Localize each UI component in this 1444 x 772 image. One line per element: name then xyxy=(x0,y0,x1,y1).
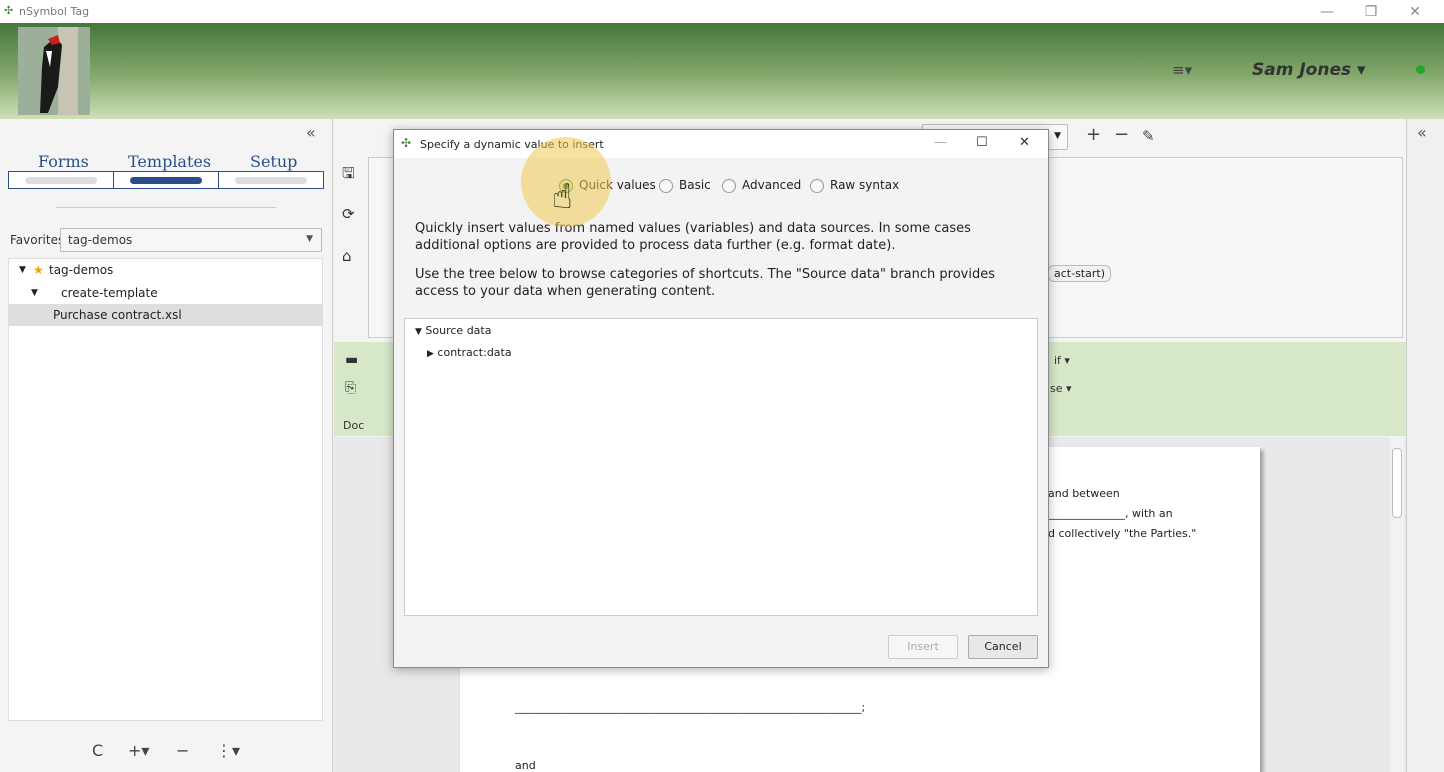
maximize-button[interactable]: ☐ xyxy=(976,135,988,150)
radio-button-icon[interactable] xyxy=(810,178,824,193)
tab-forms[interactable]: Forms xyxy=(38,152,89,171)
if-dropdown[interactable]: if ▾ xyxy=(1054,354,1070,367)
expand-right-button[interactable]: « xyxy=(1417,123,1427,142)
collapse-left-button[interactable]: « xyxy=(306,123,316,142)
panel-icon[interactable]: ▬ xyxy=(345,352,358,368)
radio-label: Basic xyxy=(679,178,711,192)
reload-icon[interactable]: ⟳ xyxy=(342,205,355,223)
tab-setup[interactable]: Setup xyxy=(250,152,297,171)
tree-item-source-data[interactable]: ▼ Source data xyxy=(415,324,491,337)
tree-item-create-template[interactable]: ▼ create-template xyxy=(9,282,322,304)
tree-toggle-icon[interactable]: ▼ xyxy=(19,259,26,281)
hand-cursor-icon: ☝ xyxy=(552,177,573,217)
doc-line: ________________________________________… xyxy=(515,701,866,714)
favorites-label: Favorites xyxy=(10,233,65,247)
left-panel: « Forms Templates Setup Favorites tag-de… xyxy=(0,119,333,772)
favorites-select[interactable]: tag-demos ▼ xyxy=(60,228,322,252)
close-button[interactable]: ✕ xyxy=(1400,3,1430,21)
user-menu[interactable]: Sam Jones ▾ xyxy=(1252,60,1366,80)
home-icon[interactable]: ⌂ xyxy=(342,247,352,265)
more-button[interactable]: ⋮▾ xyxy=(216,741,240,760)
chevron-down-icon: ▼ xyxy=(1054,131,1061,141)
refresh-icon[interactable]: C xyxy=(92,741,103,760)
radio-label: Advanced xyxy=(742,178,802,192)
tree-item-tag-demos[interactable]: ▼ ★ tag-demos xyxy=(9,259,322,281)
radio-raw-syntax[interactable]: Raw syntax xyxy=(810,178,899,194)
app-logo-icon: ✣ xyxy=(4,4,14,17)
insert-button[interactable]: Insert xyxy=(888,635,958,659)
minimize-button[interactable]: — xyxy=(1312,3,1342,21)
tab-indicator-forms[interactable] xyxy=(9,172,114,188)
status-online-icon xyxy=(1416,65,1425,74)
right-panel-strip xyxy=(1406,119,1444,772)
remove-button[interactable]: − xyxy=(176,741,189,760)
window-title: nSymbol Tag xyxy=(19,5,90,18)
tree-toggle-icon[interactable]: ▼ xyxy=(415,327,422,337)
dialog-description: Quickly insert values from named values … xyxy=(415,221,971,253)
favorites-value: tag-demos xyxy=(68,233,133,247)
star-icon: ★ xyxy=(33,263,44,277)
tab-indicator-setup[interactable] xyxy=(219,172,323,188)
template-tree: ▼ ★ tag-demos ▼ create-template Purchase… xyxy=(8,258,323,721)
dynamic-value-dialog: ✣ Specify a dynamic value to insert — ☐ … xyxy=(393,129,1049,668)
pencil-icon[interactable]: ✎ xyxy=(1142,127,1155,145)
doc-line: and between xyxy=(1048,487,1120,500)
add-button[interactable]: +▾ xyxy=(128,741,149,760)
scrollbar-thumb[interactable] xyxy=(1392,448,1402,518)
menu-icon[interactable]: ≡▾ xyxy=(1172,61,1192,79)
doc-line: ______________, with an xyxy=(1048,507,1173,520)
tab-indicator-templates[interactable] xyxy=(114,172,219,188)
dialog-instructions: Use the tree below to browse categories … xyxy=(415,267,995,299)
close-dialog-button[interactable]: ✕ xyxy=(1019,135,1030,150)
restore-button[interactable]: ❐ xyxy=(1356,3,1386,21)
radio-advanced[interactable]: Advanced xyxy=(722,178,801,194)
save-icon[interactable]: 🖫 xyxy=(342,163,355,188)
tree-toggle-icon[interactable]: ▶ xyxy=(427,349,434,359)
doc-line: and xyxy=(515,759,536,772)
tree-item-label: Source data xyxy=(425,324,492,337)
tree-item-label: tag-demos xyxy=(49,263,114,277)
tab-indicator-strip xyxy=(8,171,324,189)
tree-item-purchase-contract[interactable]: Purchase contract.xsl xyxy=(9,304,322,326)
tree-item-label: contract:data xyxy=(437,346,512,359)
app-logo-icon: ✣ xyxy=(401,136,412,150)
radio-button-icon[interactable] xyxy=(659,178,673,193)
tree-item-contract-data[interactable]: ▶ contract:data xyxy=(427,346,512,359)
tree-toggle-icon[interactable]: ▼ xyxy=(31,282,38,304)
else-dropdown[interactable]: se ▾ xyxy=(1050,382,1072,395)
woodpecker-logo xyxy=(18,27,90,115)
radio-label: Raw syntax xyxy=(830,178,900,192)
shortcut-tree: ▼ Source data ▶ contract:data xyxy=(404,318,1038,616)
doc-line: d collectively "the Parties." xyxy=(1048,527,1197,540)
side-toolbar: 🖫 ⟳ ⌂ xyxy=(334,157,368,337)
window-titlebar: ✣ nSymbol Tag — ❐ ✕ xyxy=(0,0,1444,23)
doc-label: Doc xyxy=(343,419,365,432)
insert-field-icon[interactable]: ⎘ xyxy=(345,380,356,396)
tree-item-label: Purchase contract.xsl xyxy=(53,308,182,322)
divider xyxy=(56,207,276,208)
tab-templates[interactable]: Templates xyxy=(128,152,211,171)
minus-icon[interactable]: − xyxy=(1114,124,1129,145)
chevron-down-icon: ▼ xyxy=(306,234,313,244)
radio-basic[interactable]: Basic xyxy=(659,178,711,194)
dialog-titlebar: ✣ Specify a dynamic value to insert — ☐ … xyxy=(394,130,1048,158)
cancel-button[interactable]: Cancel xyxy=(968,635,1038,659)
contract-start-chip[interactable]: act-start) xyxy=(1048,265,1111,282)
tree-item-label: create-template xyxy=(61,286,158,300)
add-icon[interactable]: + xyxy=(1086,124,1101,145)
left-toolbar: C +▾ − ⋮▾ xyxy=(0,737,333,767)
radio-button-icon[interactable] xyxy=(722,178,736,193)
minimize-button[interactable]: — xyxy=(934,135,947,150)
app-header: ≡▾ Sam Jones ▾ xyxy=(0,23,1444,119)
